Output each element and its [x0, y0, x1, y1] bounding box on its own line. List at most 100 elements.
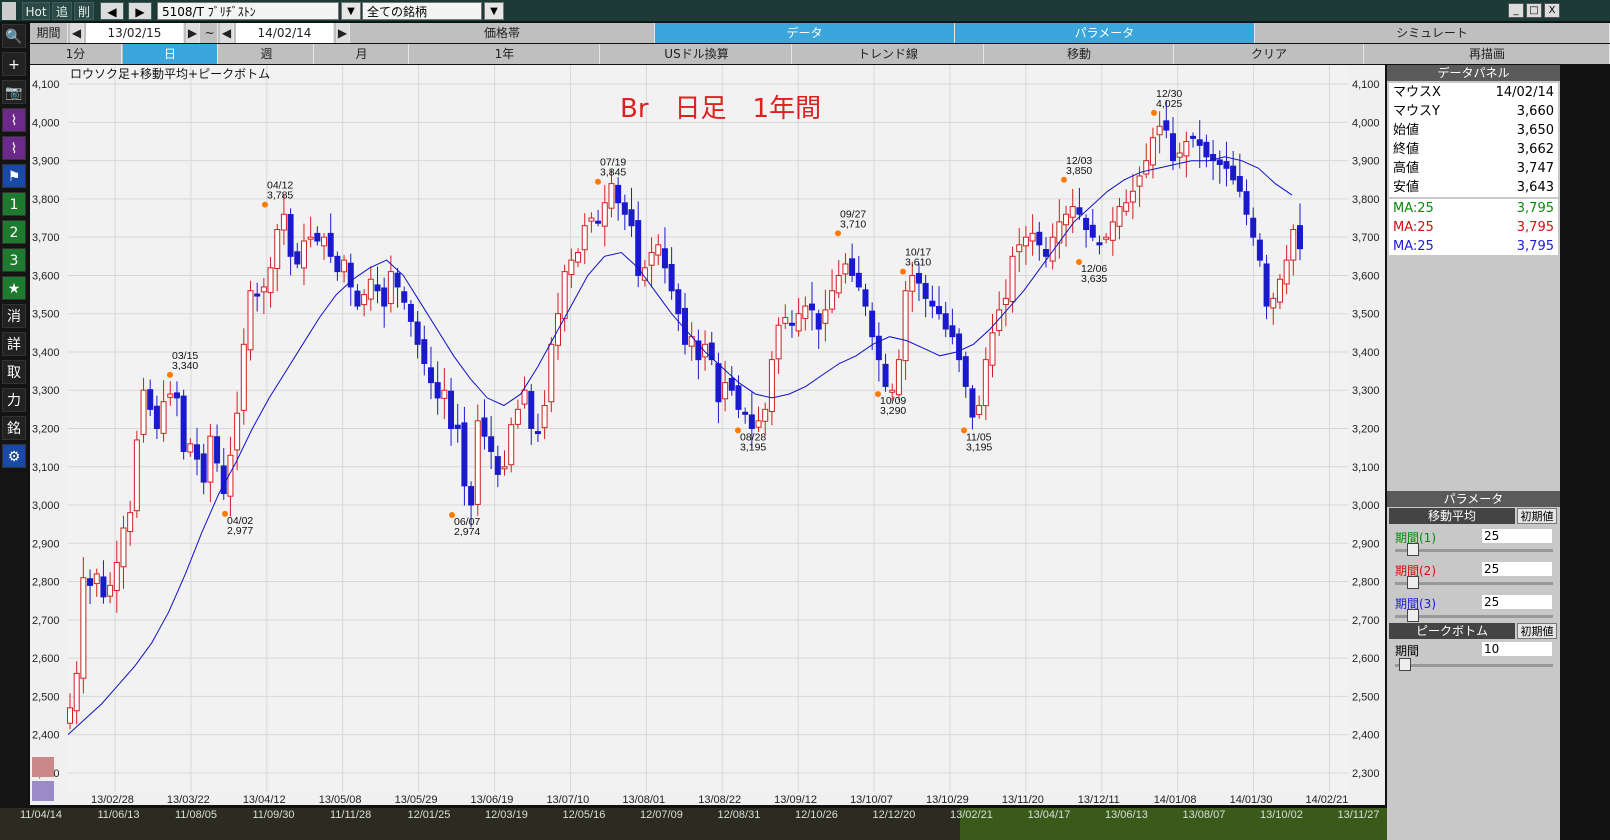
ytick-left: 3,200	[32, 424, 60, 436]
candle-body	[1063, 213, 1070, 226]
next-symbol-button[interactable]: ▶	[128, 2, 152, 20]
period-to-next-button[interactable]: ▶	[336, 23, 350, 43]
candle-body	[448, 390, 455, 429]
data-row-label: マウスX	[1393, 85, 1441, 100]
tab-tf-9[interactable]: 再描画	[1365, 44, 1610, 64]
candle-body	[421, 339, 428, 364]
candle-body	[508, 424, 515, 466]
ma-row-value: 3,795	[1516, 220, 1554, 235]
delete-button[interactable]: 削	[74, 2, 94, 20]
candle-body	[1183, 141, 1190, 157]
peak-value: 4,025	[1156, 98, 1182, 110]
candle-body	[287, 214, 294, 257]
candle-body	[541, 405, 548, 429]
tab-tf-1[interactable]: 日	[123, 44, 218, 64]
candle-body	[401, 291, 408, 303]
data-row-value: 3,643	[1516, 180, 1554, 195]
one-icon[interactable]: 1	[2, 192, 26, 216]
ma-init-button[interactable]: 初期値	[1517, 508, 1557, 524]
chart-area[interactable]: 2,3002,3002,4002,4002,5002,5002,6002,600…	[30, 65, 1385, 806]
symbol-dropdown-icon[interactable]: ▼	[341, 2, 361, 20]
candle-body	[1290, 229, 1297, 261]
period-to-prev-button[interactable]: ◀	[220, 23, 234, 43]
prev-symbol-button[interactable]: ◀	[100, 2, 124, 20]
crosshair-icon[interactable]: +	[2, 52, 26, 76]
period-from-prev-button[interactable]: ◀	[70, 23, 84, 43]
pb-period-input[interactable]: 10	[1482, 642, 1552, 656]
pb-period-slider-knob[interactable]	[1399, 658, 1411, 671]
candle-body	[267, 267, 274, 294]
erase-icon[interactable]: 消	[2, 304, 26, 328]
overview-strip[interactable]: 11/04/14 11/06/13 11/08/05 11/09/30 11/11/28…	[0, 808, 1610, 840]
tab-tf-2[interactable]: 週	[220, 44, 314, 64]
overview-chart[interactable]: 11/04/14 11/06/13 11/08/05 11/09/30 11/11/28…	[0, 808, 1610, 840]
flag-icon[interactable]: ⚑	[2, 164, 26, 188]
period-from-field[interactable]: 13/02/15	[86, 23, 184, 43]
tab-tf-6[interactable]: トレンド線	[793, 44, 984, 64]
tab-top-1[interactable]: データ	[655, 23, 955, 43]
line-chart-icon[interactable]: ⌇	[2, 108, 26, 132]
detail-icon[interactable]: 詳	[2, 332, 26, 356]
candle-body	[427, 367, 434, 384]
candlestick-chart[interactable]: 2,3002,3002,4002,4002,5002,5002,6002,600…	[30, 65, 1385, 806]
close-button[interactable]: X	[1544, 3, 1560, 18]
add-button[interactable]: 追	[52, 2, 72, 20]
overview-tick: 11/11/28	[330, 809, 371, 821]
stock-icon[interactable]: 銘	[2, 416, 26, 440]
candle-body	[1256, 239, 1263, 261]
camera-icon[interactable]: 📷	[2, 80, 26, 104]
ma-period-slider-knob[interactable]	[1407, 576, 1419, 589]
two-icon[interactable]: 2	[2, 220, 26, 244]
tab-tf-4[interactable]: 1年	[410, 44, 600, 64]
candle-body	[468, 486, 475, 506]
gear-icon[interactable]: ⚙	[2, 444, 26, 468]
hot-button[interactable]: Hot	[22, 2, 50, 20]
three-icon[interactable]: 3	[2, 248, 26, 272]
candle-body	[1176, 152, 1183, 158]
universe-dropdown-icon[interactable]: ▼	[484, 2, 504, 20]
candle-body	[835, 274, 842, 294]
candle-body	[936, 306, 943, 315]
xtick: 13/04/12	[243, 794, 286, 805]
candle-body	[361, 294, 368, 306]
universe-select[interactable]: 全ての銘柄	[362, 2, 482, 20]
ytick-right: 2,800	[1352, 577, 1380, 589]
take-icon[interactable]: 取	[2, 360, 26, 384]
minimize-button[interactable]: _	[1508, 3, 1524, 18]
tab-tf-5[interactable]: USドル換算	[602, 44, 792, 64]
chart-toggle-icon[interactable]	[32, 781, 54, 801]
candle-body	[855, 272, 862, 288]
pb-init-button[interactable]: 初期値	[1517, 623, 1557, 639]
xtick: 14/02/21	[1306, 794, 1349, 805]
ma-period-input[interactable]: 25	[1482, 595, 1552, 609]
search-icon[interactable]: 🔍	[2, 24, 26, 48]
tab-tf-3[interactable]: 月	[315, 44, 409, 64]
candle-body	[1223, 161, 1230, 169]
ma-period-slider-knob[interactable]	[1407, 609, 1419, 622]
candle-body	[1129, 190, 1136, 203]
maximize-button[interactable]: □	[1526, 3, 1542, 18]
pb-period-slider-track[interactable]	[1395, 664, 1553, 667]
candle-body	[661, 248, 668, 269]
ma-period-input[interactable]: 25	[1482, 562, 1552, 576]
tab-top-3[interactable]: シミュレート	[1255, 23, 1610, 43]
ma-chart-icon[interactable]: ⌇	[2, 136, 26, 160]
power-icon[interactable]: 力	[2, 388, 26, 412]
tab-top-0[interactable]: 価格帯	[350, 23, 655, 43]
symbol-field[interactable]: 5108/T ﾌﾞﾘﾁﾞｽﾄﾝ	[157, 2, 339, 20]
ma-period-slider-knob[interactable]	[1407, 543, 1419, 556]
period-to-field[interactable]: 14/02/14	[236, 23, 334, 43]
candle-body	[775, 324, 782, 360]
peak-value: 3,710	[840, 218, 866, 230]
candle-body	[280, 213, 287, 231]
overview-tick: 12/08/31	[718, 809, 761, 821]
tab-tf-0[interactable]: 1分	[30, 44, 122, 64]
ma-period-input[interactable]: 25	[1482, 529, 1552, 543]
star-icon[interactable]: ★	[2, 276, 26, 300]
tab-top-2[interactable]: パラメータ	[955, 23, 1255, 43]
overview-tick: 13/02/21	[950, 809, 993, 821]
tab-tf-8[interactable]: クリア	[1175, 44, 1364, 64]
period-from-next-button[interactable]: ▶	[186, 23, 200, 43]
tab-tf-7[interactable]: 移動	[985, 44, 1174, 64]
zoom-icon[interactable]	[32, 757, 54, 777]
